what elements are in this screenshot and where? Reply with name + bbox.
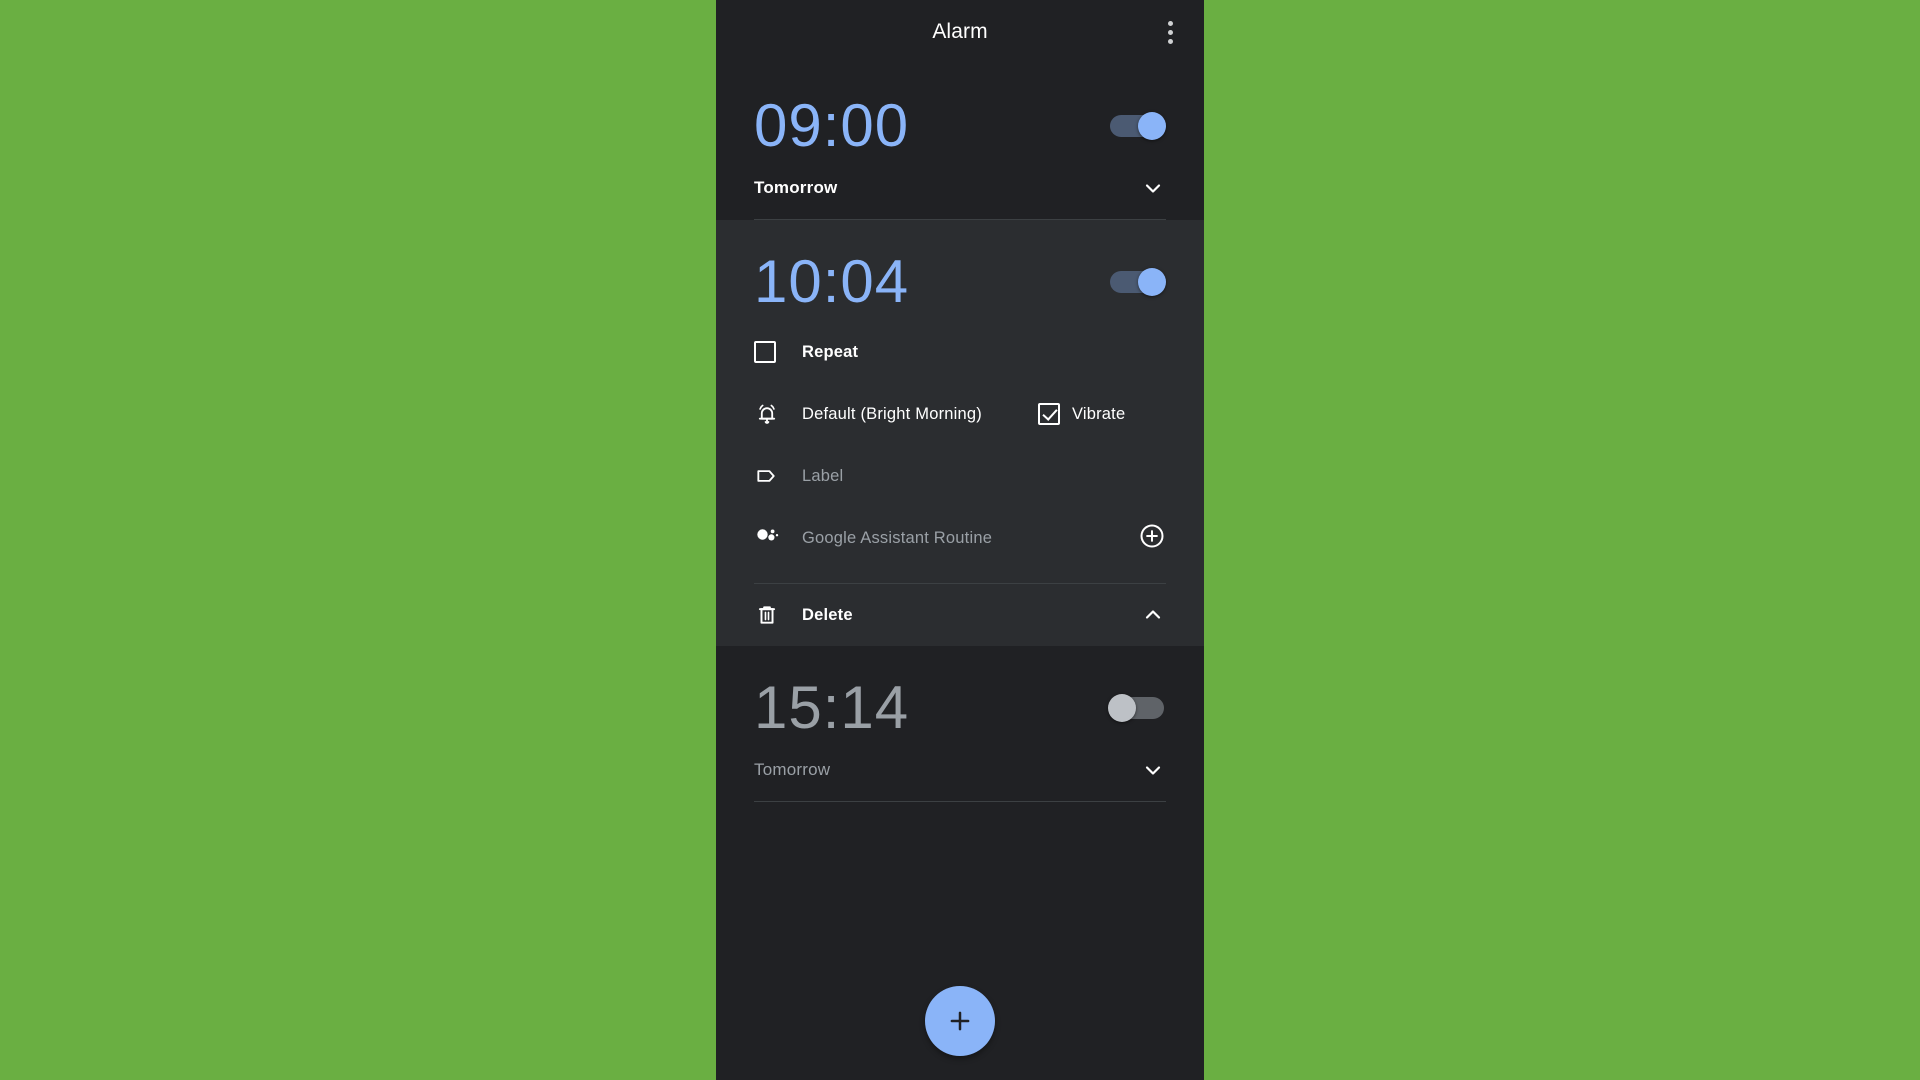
delete-label[interactable]: Delete	[802, 606, 853, 625]
alarm-card-1[interactable]: 09:00 Tomorrow	[716, 64, 1204, 219]
alarm-subtitle: Tomorrow	[754, 760, 831, 779]
toggle-thumb	[1108, 693, 1136, 722]
alarm-header: 15:14	[754, 646, 1166, 739]
alarm-time[interactable]: 09:00	[754, 94, 909, 157]
divider	[754, 801, 1166, 802]
bell-ring-icon	[754, 401, 792, 427]
repeat-label: Repeat	[802, 342, 859, 361]
vibrate-label: Vibrate	[1071, 404, 1126, 423]
add-alarm-fab[interactable]	[925, 986, 995, 1056]
checkbox-icon[interactable]	[754, 341, 792, 363]
delete-row[interactable]: Delete	[754, 584, 1166, 646]
alarm-header: 10:04	[754, 220, 1166, 313]
alarm-footer: Tomorrow	[754, 739, 1166, 801]
chevron-down-icon[interactable]	[1140, 757, 1166, 783]
chevron-up-icon[interactable]	[1140, 602, 1166, 628]
google-assistant-icon	[754, 524, 792, 552]
more-vert-icon[interactable]	[1152, 14, 1188, 50]
chevron-down-icon[interactable]	[1140, 175, 1166, 201]
plus-icon	[950, 1011, 970, 1031]
label-text[interactable]: Label	[802, 467, 843, 486]
page-title: Alarm	[932, 20, 988, 43]
dot	[1167, 29, 1173, 35]
alarm-footer: Tomorrow	[754, 157, 1166, 219]
dot	[1167, 20, 1173, 26]
alarm-time[interactable]: 15:14	[754, 676, 909, 739]
alarm-toggle[interactable]	[1108, 693, 1166, 722]
alarm-time[interactable]: 10:04	[754, 250, 909, 313]
ringtone-label[interactable]: Default (Bright Morning)	[802, 405, 982, 424]
assistant-routine-row[interactable]: Google Assistant Routine	[754, 507, 1166, 569]
toggle-thumb	[1138, 267, 1166, 296]
assistant-routine-action[interactable]	[1138, 522, 1166, 555]
assistant-routine-label: Google Assistant Routine	[802, 528, 993, 547]
alarm-subtitle: Tomorrow	[754, 178, 838, 197]
vibrate-checkbox[interactable]	[1037, 403, 1060, 425]
alarm-toggle[interactable]	[1108, 111, 1166, 140]
alarm-details: Repeat Default (Bright Morning) Vibrate …	[754, 313, 1166, 646]
tag-icon	[754, 463, 792, 489]
alarm-header: 09:00	[754, 64, 1166, 157]
dot	[1167, 38, 1173, 44]
toggle-thumb	[1138, 111, 1166, 140]
repeat-checkbox[interactable]	[754, 341, 776, 363]
vibrate-group[interactable]: Vibrate	[1037, 403, 1126, 425]
ringtone-row[interactable]: Default (Bright Morning) Vibrate	[754, 383, 1166, 445]
trash-icon[interactable]	[754, 602, 792, 628]
alarm-app-panel: Alarm 09:00 Tomorrow 10:04 Repeat Defaul…	[716, 0, 1204, 1080]
alarm-toggle[interactable]	[1108, 267, 1166, 296]
repeat-row[interactable]: Repeat	[754, 321, 1166, 383]
alarm-card-3[interactable]: 15:14 Tomorrow	[716, 646, 1204, 801]
label-row[interactable]: Label	[754, 445, 1166, 507]
collapse-control[interactable]	[1140, 602, 1166, 628]
add-circle-icon[interactable]	[1138, 522, 1166, 555]
alarm-card-2[interactable]: 10:04 Repeat Default (Bright Morning) Vi…	[716, 220, 1204, 646]
app-bar: Alarm	[716, 0, 1204, 64]
